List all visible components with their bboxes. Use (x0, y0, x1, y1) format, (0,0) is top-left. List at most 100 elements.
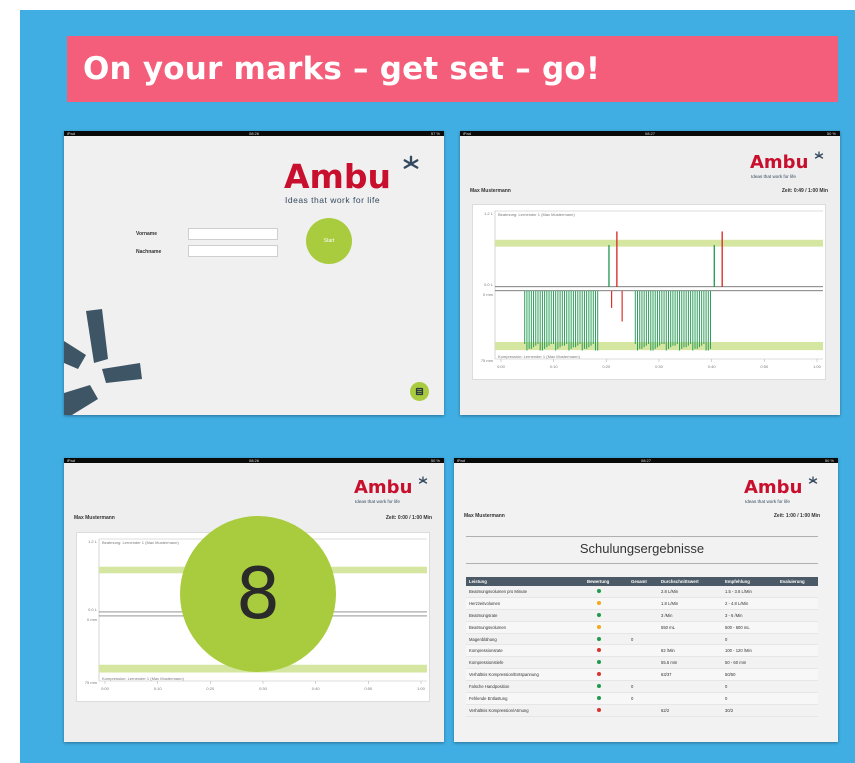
status-dot (597, 624, 601, 629)
cell-avg: 550 mL (658, 621, 722, 634)
cell-rec: 50 - 60 mm (722, 656, 777, 670)
cell-name: Falsche Handposition (466, 680, 584, 694)
cpr-chart-svg: 1.2 L 0.0 L 0 mm 75 mm Beatmung: Lernender 1… (481, 210, 823, 369)
cell-rating (584, 586, 628, 598)
ambu-logo: Ambu Ideas that work for life (284, 155, 434, 205)
cell-avg (658, 633, 722, 646)
status-bar: iPad 08:27 50 % (460, 131, 840, 136)
table-header-row: Leistung Bewertung Gesamt Durchschnittswert… (466, 577, 818, 586)
cell-evaluation (777, 692, 818, 705)
countdown-screenshot: iPad 08:26 50 % Ambu Ideas that work for… (64, 458, 444, 742)
comp-series-label: Kompression: Lernender 1 (Max Mustermann… (498, 354, 580, 359)
cell-evaluation (777, 680, 818, 694)
ambu-logo: Ambu Ideas that work for life (354, 476, 434, 506)
table-row: Fehlende Entlastung 0 0 (466, 692, 818, 705)
cell-total (628, 668, 658, 682)
time-tick-label: 0:30 (259, 686, 268, 691)
asterisk-icon (814, 151, 824, 159)
nachname-field[interactable] (188, 245, 278, 257)
comp-axis-bottom-label: 75 mm (85, 680, 98, 685)
logo-wordmark: Ambu (750, 152, 809, 173)
time-tick-label: 1:00 (813, 364, 822, 369)
cell-total (628, 621, 658, 634)
headline-banner: On your marks – get set – go! (67, 36, 838, 102)
cell-name: Verhältnis Kompression/Entspannung (466, 668, 584, 682)
cell-rating (584, 668, 628, 682)
cell-name: Beatmungsvolumen (466, 621, 584, 634)
vent-target-band (495, 239, 823, 247)
cell-avg: 3 /Min (658, 609, 722, 622)
cell-evaluation (777, 586, 818, 598)
time-tick-label: 0:40 (708, 364, 717, 369)
logo-tagline: Ideas that work for life (355, 499, 400, 504)
cell-rec: 0 (722, 692, 777, 705)
cell-name: Herzzeitvolumen (466, 597, 584, 610)
vorname-field[interactable] (188, 228, 278, 240)
battery-label: 57 % (430, 131, 440, 136)
user-name: Max Mustermann (464, 513, 505, 519)
time-tick-label: 0:00 (497, 364, 506, 369)
status-dot (597, 588, 601, 593)
time-tick-label: 0:00 (101, 686, 110, 691)
cell-rec: 2 - 4.8 L/Min (722, 597, 777, 610)
column-header: Durchschnittswert (658, 577, 722, 586)
status-dot (597, 612, 601, 617)
logo-tagline: Ideas that work for life (751, 174, 796, 179)
menu-button[interactable] (410, 382, 429, 401)
cell-total (628, 644, 658, 658)
comp-series-label: Kompression: Lernender 1 (Max Mustermann… (102, 676, 184, 681)
time-tick-label: 0:20 (602, 364, 611, 369)
status-dot (597, 707, 601, 712)
cell-evaluation (777, 633, 818, 646)
nachname-label: Nachname (136, 249, 162, 255)
asterisk-icon (418, 476, 428, 484)
cell-rating (584, 644, 628, 658)
cell-rec: 500 - 600 mL (722, 621, 777, 634)
table-row: Kompressionsrate 82 /Min 100 - 120 /Min (466, 644, 818, 658)
clock: 08:27 (640, 458, 651, 463)
cell-name: Fehlende Entlastung (466, 692, 584, 705)
cell-rating (584, 597, 628, 610)
cell-total (628, 609, 658, 622)
time-tick-label: 0:30 (655, 364, 664, 369)
vent-axis-zero-label: 0.0 L (88, 607, 98, 612)
cell-rating (584, 609, 628, 622)
vent-series-label: Beatmung: Lernender 1 (Max Mustermann) (102, 540, 179, 545)
cell-rec: 0 (722, 633, 777, 646)
login-screenshot: iPad 08:26 57 % Ambu Ideas that work for… (64, 131, 444, 415)
logo-wordmark: Ambu (744, 477, 803, 498)
status-bar: iPad 08:27 50 % (454, 458, 838, 463)
cell-avg (658, 692, 722, 705)
time-tick-label: 0:10 (550, 364, 559, 369)
asterisk-icon (403, 155, 419, 169)
status-dot (597, 648, 601, 653)
status-dot (597, 660, 601, 665)
cell-name: Kompressionsrate (466, 644, 584, 658)
cell-rec: 100 - 120 /Min (722, 644, 777, 658)
user-name: Max Mustermann (470, 188, 511, 194)
cell-total (628, 704, 658, 717)
comp-axis-bottom-label: 75 mm (481, 358, 494, 363)
status-dot (597, 695, 601, 700)
cell-rating (584, 656, 628, 670)
column-header: Gesamt (628, 577, 658, 586)
cell-name: Beatmungsrate (466, 609, 584, 622)
cell-total (628, 597, 658, 610)
table-row: Verhältnis Kompression/Atmung 62/2 30/2 (466, 704, 818, 717)
cell-evaluation (777, 668, 818, 682)
battery-label: 50 % (824, 458, 834, 463)
logo-tagline: Ideas that work for life (285, 195, 381, 205)
time-tick-label: 0:10 (154, 686, 163, 691)
cell-rec: 3 - 6 /Min (722, 609, 777, 622)
time-tick-label: 0:50 (364, 686, 373, 691)
status-dot (597, 636, 601, 641)
cell-avg: 2.8 L/Min (658, 586, 722, 598)
table-row: Beatmungsrate 3 /Min 3 - 6 /Min (466, 609, 818, 622)
comp-axis-zero-label: 0 mm (87, 617, 98, 622)
cell-name: Kompressionstiefe (466, 656, 584, 670)
ambu-logo: Ambu Ideas that work for life (744, 476, 824, 506)
results-title-rule (466, 563, 818, 564)
start-button[interactable]: Start (306, 218, 352, 264)
column-header: Empfehlung (722, 577, 777, 586)
table-row: Herzzeitvolumen 1.8 L/Min 2 - 4.8 L/Min (466, 597, 818, 610)
